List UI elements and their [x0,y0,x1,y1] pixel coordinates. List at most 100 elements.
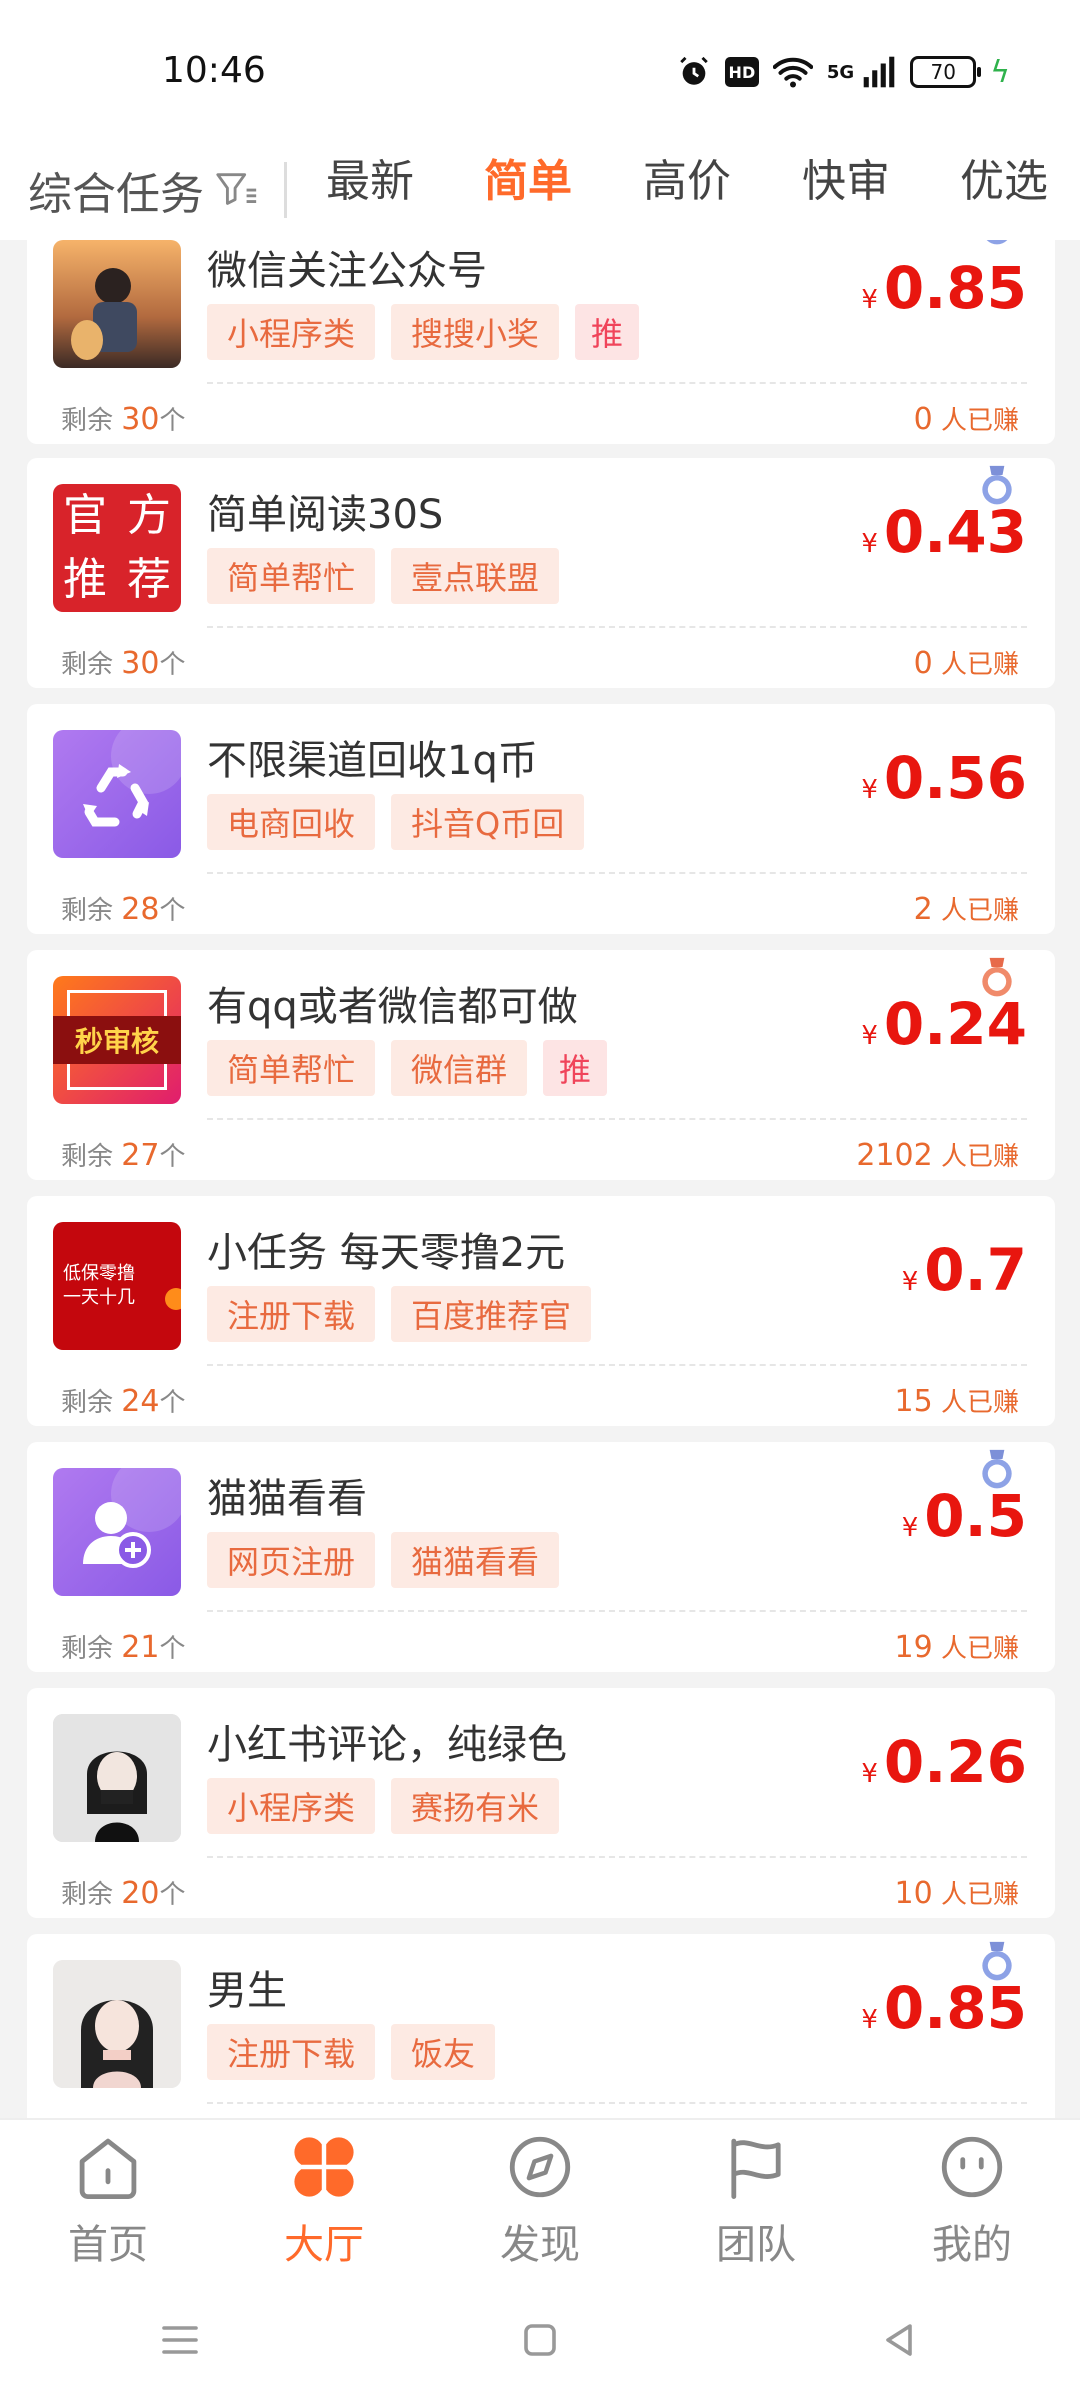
task-earned: 19 人已赚 [894,1630,1019,1665]
add-user-icon [53,1468,181,1596]
task-earned: 15 人已赚 [894,1384,1019,1419]
task-price: ¥0.5 [901,1482,1027,1550]
task-earned: 0 人已赚 [913,646,1019,681]
status-time: 10:46 [162,50,266,91]
back-icon[interactable] [876,2316,924,2364]
tab-newest[interactable]: 最新 [326,145,414,209]
task-earned: 2102 人已赚 [856,1138,1019,1173]
nav-hall[interactable]: 大厅 [216,2120,432,2280]
task-tags: 注册下载 百度推荐官 [207,1286,592,1342]
task-price: ¥0.85 [861,1974,1027,2042]
task-tag: 搜搜小奖 [391,304,560,360]
task-remaining: 剩余 27个 [61,1138,186,1173]
alarm-icon [677,55,711,89]
tab-preferred[interactable]: 优选 [960,145,1048,209]
task-title: 简单阅读30S [207,492,444,538]
network-type: 5G [826,61,855,83]
task-tag: 百度推荐官 [391,1286,592,1342]
task-tags: 网页注册 猫猫看看 [207,1532,560,1588]
card-divider [207,1856,1027,1858]
task-tags: 简单帮忙 壹点联盟 [207,548,560,604]
task-card[interactable]: 秒审核 有qq或者微信都可做 简单帮忙 微信群 推 ¥0.24 剩余 27个 2… [27,950,1055,1180]
task-price: ¥0.85 [861,254,1027,322]
blue-medal-icon [986,240,1008,245]
task-card[interactable]: 男生 注册下载 饭友 ¥0.85 [27,1934,1055,2118]
filter-icon [216,173,257,205]
task-tag: 小程序类 [207,1778,376,1834]
nav-mine[interactable]: 我的 [864,2120,1080,2280]
task-remaining: 剩余 28个 [61,892,186,927]
task-tag: 抖音Q币回 [391,794,585,850]
system-nav-bar [0,2280,1080,2400]
card-divider [207,872,1027,874]
task-card[interactable]: 猫猫看看 网页注册 猫猫看看 ¥0.5 剩余 21个 19 人已赚 [27,1442,1055,1672]
nav-home-label: 首页 [68,2222,148,2268]
nav-discover[interactable]: 发现 [432,2120,648,2280]
home-icon [79,2138,137,2200]
task-title: 小红书评论，纯绿色 [207,1722,567,1768]
nav-team[interactable]: 团队 [648,2120,864,2280]
task-list[interactable]: 微信关注公众号 小程序类 搜搜小奖 推 ¥0.85 剩余 30个 0 人已赚 官… [0,240,1080,2118]
task-tag: 微信群 [391,1040,528,1096]
task-tag: 饭友 [391,2024,496,2080]
task-price: ¥0.7 [901,1236,1027,1304]
task-earned: 0 人已赚 [913,402,1019,437]
nav-team-label: 团队 [716,2222,796,2268]
home-square-icon[interactable] [516,2316,564,2364]
nav-hall-label: 大厅 [284,2222,364,2268]
recommend-tag: 推 [543,1040,608,1096]
task-title: 男生 [207,1968,287,2014]
nav-discover-label: 发现 [500,2222,580,2268]
smile-icon [941,2136,1003,2198]
nav-home[interactable]: 首页 [0,2120,216,2280]
task-tags: 小程序类 赛扬有米 [207,1778,560,1834]
task-tag: 壹点联盟 [391,548,560,604]
task-card[interactable]: 微信关注公众号 小程序类 搜搜小奖 推 ¥0.85 剩余 30个 0 人已赚 [27,240,1055,444]
task-tags: 注册下载 饭友 [207,2024,496,2080]
task-price: ¥0.43 [861,498,1027,566]
task-title: 猫猫看看 [207,1476,367,1522]
task-tag: 网页注册 [207,1532,376,1588]
tab-simple[interactable]: 简单 [484,145,572,209]
task-tag: 小程序类 [207,304,376,360]
battery-icon: 70 [910,56,982,88]
task-remaining: 剩余 24个 [61,1384,186,1419]
task-title: 小任务 每天零撸2元 [207,1230,566,1276]
task-title: 不限渠道回收1q币 [207,738,538,784]
task-remaining: 剩余 20个 [61,1876,186,1911]
charging-icon: ϟ [990,54,1010,90]
signal-icon [862,55,896,89]
task-title: 微信关注公众号 [207,248,487,294]
card-divider [207,2102,1027,2104]
recommend-tag: 推 [575,304,640,360]
task-remaining: 剩余 30个 [61,646,186,681]
task-card[interactable]: 不限渠道回收1q币 电商回收 抖音Q币回 ¥0.56 剩余 28个 2 人已赚 [27,704,1055,934]
card-divider [207,382,1027,384]
status-icons: HD 5G 70 ϟ [677,50,1010,94]
task-card[interactable]: 低保零撸 一天十几 小任务 每天零撸2元 注册下载 百度推荐官 ¥0.7 剩余 2… [27,1196,1055,1426]
task-thumbnail [53,240,181,368]
task-thumbnail [53,1960,181,2088]
card-divider [207,1118,1027,1120]
task-tags: 电商回收 抖音Q币回 [207,794,585,850]
task-earned: 2 人已赚 [913,892,1019,927]
task-tag: 猫猫看看 [391,1532,560,1588]
recycle-icon [53,730,181,858]
task-card[interactable]: 小红书评论，纯绿色 小程序类 赛扬有米 ¥0.26 剩余 20个 10 人已赚 [27,1688,1055,1918]
task-tag: 简单帮忙 [207,548,376,604]
tab-divider [284,162,287,218]
tab-fast-review[interactable]: 快审 [802,145,890,209]
compass-icon [509,2136,571,2198]
combo-filter[interactable]: 综合任务 [0,140,260,240]
tab-high-price[interactable]: 高价 [643,145,731,209]
menu-icon[interactable] [156,2316,204,2364]
task-earned: 10 人已赚 [894,1876,1019,1911]
task-tags: 小程序类 搜搜小奖 推 [207,304,640,360]
combo-filter-label: 综合任务 [28,169,204,220]
flag-icon [731,2138,781,2200]
task-remaining: 剩余 30个 [61,402,186,437]
card-divider [207,626,1027,628]
bottom-nav: 首页 大厅 发现 团队 我的 [0,2118,1080,2280]
task-tags: 简单帮忙 微信群 推 [207,1040,608,1096]
task-card[interactable]: 官方推荐 简单阅读30S 简单帮忙 壹点联盟 ¥0.43 剩余 30个 0 人已… [27,458,1055,688]
